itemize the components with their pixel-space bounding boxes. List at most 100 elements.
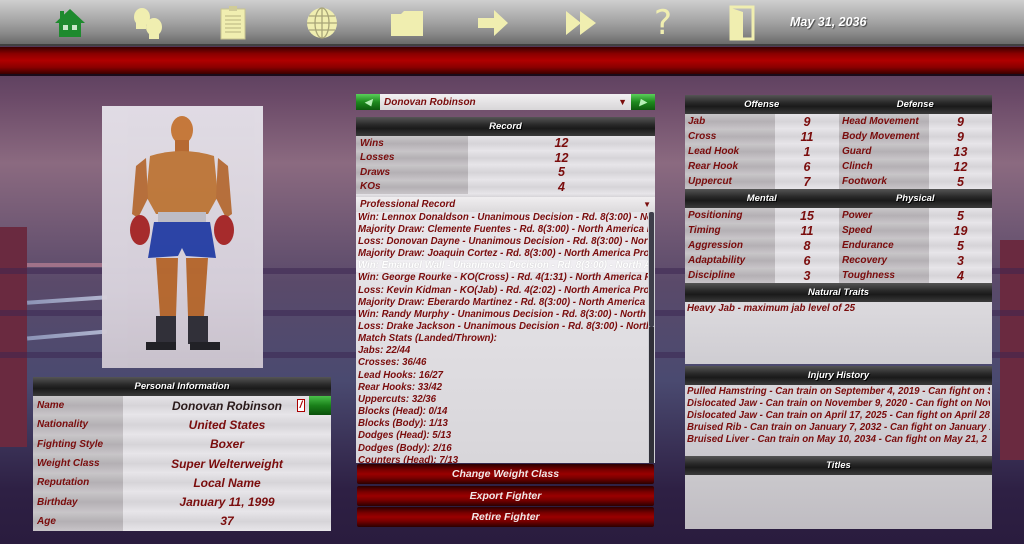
- retire-fighter-button[interactable]: Retire Fighter: [357, 507, 654, 527]
- fight-item[interactable]: Majority Draw: Clemente Fuentes - Rd. 8(…: [356, 224, 648, 236]
- ring-post: [0, 227, 27, 447]
- match-stat-item: Dodges (Body): 2/16: [358, 442, 452, 454]
- next-fighter-button[interactable]: ▶: [631, 94, 655, 110]
- fighter-dropdown[interactable]: Donovan Robinson ▼: [380, 94, 631, 110]
- info-label: Reputation: [33, 473, 123, 493]
- info-label: Nationality: [33, 415, 123, 435]
- arrow-right-icon: ▶: [639, 96, 647, 107]
- fight-history-list[interactable]: Win: Lennox Donaldson - Unanimous Decisi…: [356, 212, 655, 463]
- world-button[interactable]: [303, 5, 341, 41]
- fighters-button[interactable]: [129, 5, 167, 41]
- injury-history-header: Injury History: [685, 366, 992, 385]
- folder-icon: [391, 11, 423, 36]
- record-row-losses: Losses 12: [356, 150, 655, 165]
- files-button[interactable]: [388, 5, 426, 41]
- fight-item[interactable]: Loss: Donovan Dayne - Unanimous Decision…: [356, 236, 648, 248]
- exit-button[interactable]: [722, 5, 760, 41]
- fight-item[interactable]: Loss: Kevin Kidman - KO(Jab) - Rd. 4(2:0…: [356, 285, 648, 297]
- fighter-dropdown-value: Donovan Robinson: [384, 96, 476, 108]
- physical-label: Recovery: [839, 253, 929, 268]
- info-label: Age: [33, 511, 123, 532]
- attribute-row: Timing 11 Speed 19: [685, 223, 992, 238]
- injury-item: Pulled Hamstring - Can train on Septembe…: [687, 386, 990, 397]
- mental-header: Mental: [685, 189, 839, 208]
- mental-value: 6: [775, 253, 839, 268]
- help-icon: ?: [653, 3, 673, 43]
- fighting-style-value: Boxer: [123, 434, 331, 454]
- titles-list: [685, 475, 992, 529]
- offense-value: 7: [775, 174, 839, 189]
- top-toolbar: ? May 31, 2036: [0, 0, 1024, 46]
- mental-value: 15: [775, 208, 839, 223]
- injury-item: Bruised Liver - Can train on May 10, 203…: [687, 434, 987, 445]
- boxing-gloves-icon: [134, 8, 162, 39]
- attribute-row: Rear Hook 6 Clinch 12: [685, 159, 992, 174]
- edit-name-button[interactable]: /: [297, 399, 305, 412]
- scrollbar-thumb[interactable]: [649, 212, 654, 327]
- offense-header: Offense: [685, 95, 839, 114]
- fighter-image: [130, 116, 234, 350]
- info-label: Weight Class: [33, 453, 123, 474]
- change-weight-class-button[interactable]: Change Weight Class: [357, 464, 654, 484]
- match-stat-item: Lead Hooks: 16/27: [358, 369, 444, 381]
- fight-item[interactable]: Loss: Drake Jackson - Unanimous Decision…: [356, 321, 648, 333]
- info-row-reputation: Reputation Local Name: [33, 473, 331, 493]
- export-fighter-button[interactable]: Export Fighter: [357, 486, 654, 506]
- offense-label: Uppercut: [685, 174, 775, 189]
- injury-history-list: Pulled Hamstring - Can train on Septembe…: [685, 385, 992, 456]
- fight-item[interactable]: Win: Randy Murphy - Unanimous Decision -…: [356, 309, 648, 321]
- fight-item[interactable]: Majority Draw: Eberardo Martinez - Rd. 8…: [356, 297, 648, 309]
- mental-label: Aggression: [685, 238, 775, 253]
- home-icon: [55, 9, 85, 37]
- advance-day-button[interactable]: [474, 5, 512, 41]
- home-button[interactable]: [51, 5, 89, 41]
- draws-value: 5: [468, 165, 655, 180]
- defense-label: Head Movement: [839, 114, 929, 129]
- fighter-name-value: Donovan Robinson: [172, 398, 282, 413]
- titles-header: Titles: [685, 456, 992, 475]
- offense-value: 11: [775, 129, 839, 144]
- mental-label: Adaptability: [685, 253, 775, 268]
- info-row-weight-class: Weight Class Super Welterweight: [33, 453, 331, 474]
- natural-traits-list: Heavy Jab - maximum jab level of 25: [685, 302, 992, 364]
- defense-label: Clinch: [839, 159, 929, 174]
- match-stats-title: Match Stats (Landed/Thrown):: [358, 332, 497, 344]
- mental-label: Positioning: [685, 208, 775, 223]
- info-row-fighting-style: Fighting Style Boxer: [33, 434, 331, 454]
- fight-item[interactable]: Win: George Rourke - KO(Cross) - Rd. 4(1…: [356, 272, 648, 284]
- offense-label: Rear Hook: [685, 159, 775, 174]
- record-type-dropdown[interactable]: Professional Record ▼: [356, 197, 655, 212]
- attribute-row: Adaptability 6 Recovery 3: [685, 253, 992, 268]
- help-button[interactable]: ?: [644, 3, 682, 43]
- fast-forward-button[interactable]: [562, 5, 600, 41]
- offense-value: 9: [775, 114, 839, 129]
- injury-item: Bruised Rib - Can train on January 7, 20…: [687, 422, 990, 433]
- mental-value: 11: [775, 223, 839, 238]
- weight-class-value: Super Welterweight: [123, 453, 331, 474]
- attribute-row: Uppercut 7 Footwork 5: [685, 174, 992, 189]
- defense-value: 12: [929, 159, 992, 174]
- previous-fighter-button[interactable]: ◀: [356, 94, 380, 110]
- info-row-name: Name Donovan Robinson /: [33, 396, 331, 416]
- defense-header: Defense: [838, 95, 992, 114]
- fight-history-scrollbar[interactable]: [648, 212, 655, 463]
- attribute-row: Discipline 3 Toughness 4: [685, 268, 992, 283]
- fast-forward-icon: [566, 11, 596, 35]
- wins-value: 12: [468, 136, 655, 151]
- mental-label: Discipline: [685, 268, 775, 283]
- info-label: Fighting Style: [33, 434, 123, 454]
- attribute-row: Jab 9 Head Movement 9: [685, 114, 992, 129]
- fight-item[interactable]: Win: Lennox Donaldson - Unanimous Decisi…: [356, 212, 648, 224]
- offense-label: Jab: [685, 114, 775, 129]
- schedule-button[interactable]: [214, 5, 252, 41]
- physical-label: Endurance: [839, 238, 929, 253]
- physical-value: 3: [929, 253, 992, 268]
- record-row-draws: Draws 5: [356, 165, 655, 180]
- current-date: May 31, 2036: [790, 15, 867, 29]
- defense-label: Guard: [839, 144, 929, 159]
- fight-item[interactable]: Win: Emanuel Wall - Unanimous Decision -…: [356, 260, 648, 273]
- confirm-name-button[interactable]: [309, 396, 331, 415]
- record-row-wins: Wins 12: [356, 136, 655, 151]
- arrow-right-icon: [478, 10, 508, 36]
- fight-item[interactable]: Majority Draw: Joaquin Cortez - Rd. 8(3:…: [356, 248, 648, 260]
